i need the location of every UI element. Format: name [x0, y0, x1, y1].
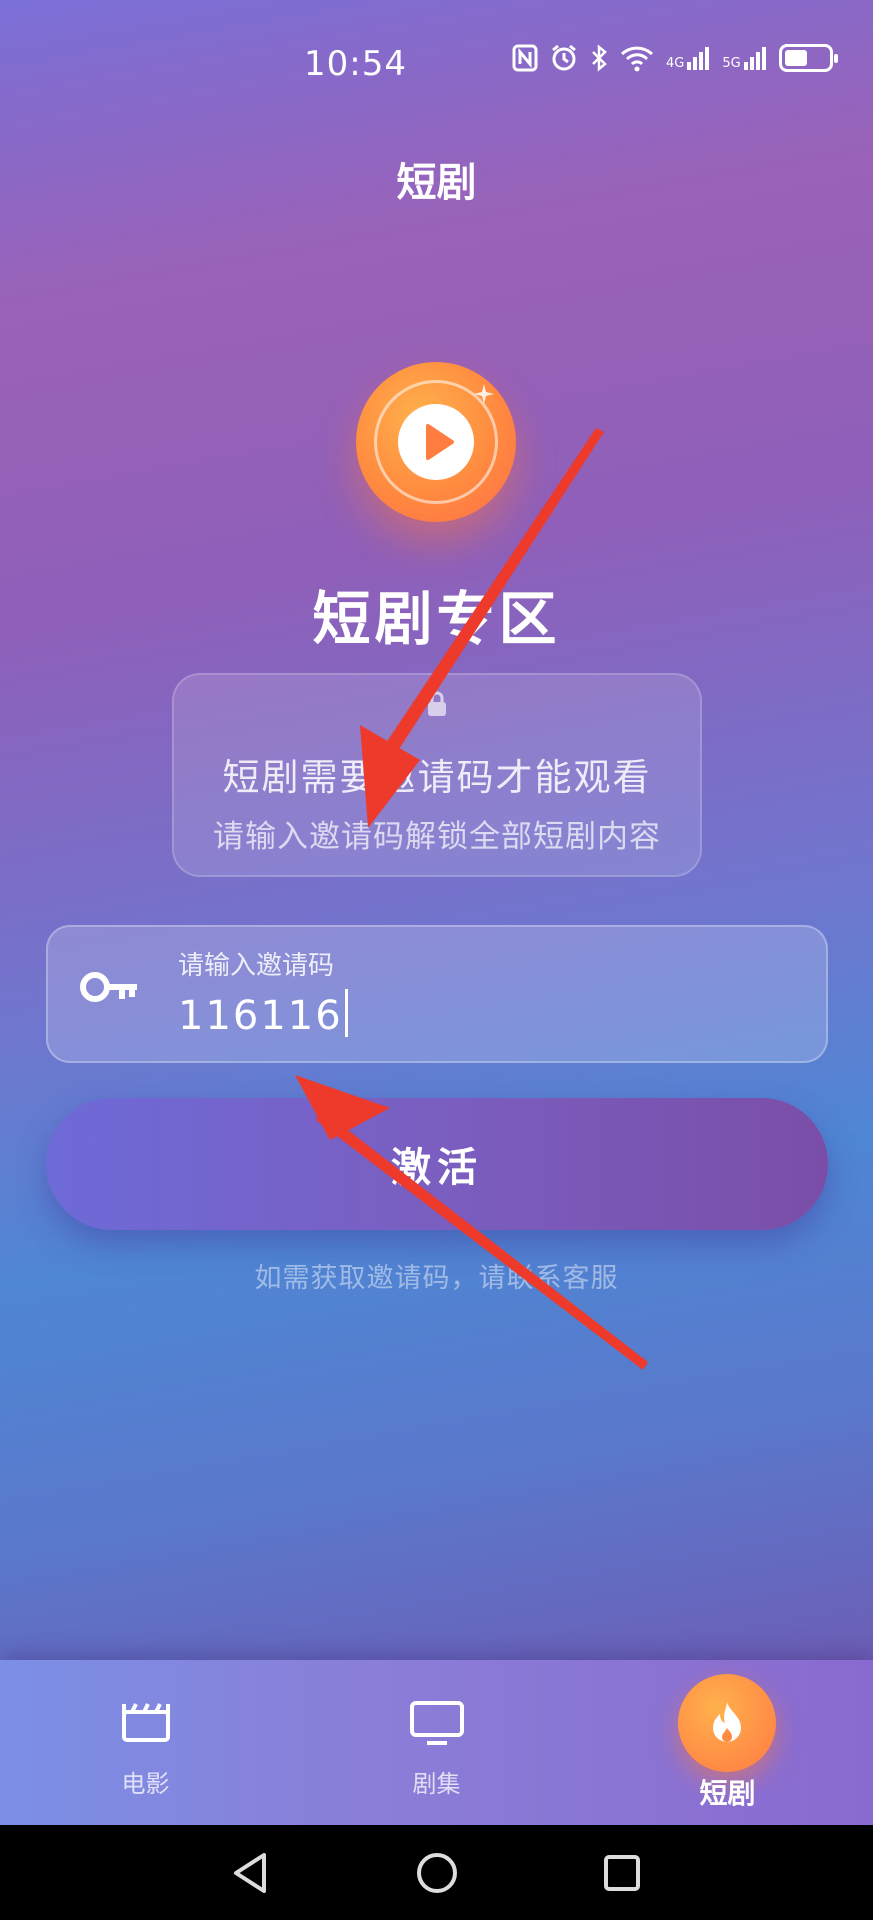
system-nav-bar [0, 1825, 873, 1920]
nav-label-series: 剧集 [412, 1770, 461, 1798]
annotation-arrows [295, 428, 648, 1370]
home-icon[interactable] [409, 1845, 465, 1901]
nav-item-short-drama[interactable]: 短剧 [582, 1660, 873, 1825]
nav-label-short-drama: 短剧 [699, 1777, 756, 1810]
flame-icon [713, 1702, 741, 1742]
nav-item-series[interactable]: 剧集 [291, 1660, 582, 1825]
bottom-nav: 电影 剧集 短剧 [0, 1660, 873, 1825]
recents-icon[interactable] [594, 1845, 650, 1901]
active-tab-bubble [678, 1674, 776, 1772]
nav-label-movies: 电影 [121, 1770, 170, 1798]
arrow-to-input-field [295, 1075, 648, 1370]
back-icon[interactable] [224, 1845, 280, 1901]
clapperboard-icon [121, 1703, 170, 1742]
arrow-to-info-card [360, 428, 604, 828]
nav-item-movies[interactable]: 电影 [0, 1660, 291, 1825]
tv-icon [409, 1701, 464, 1745]
